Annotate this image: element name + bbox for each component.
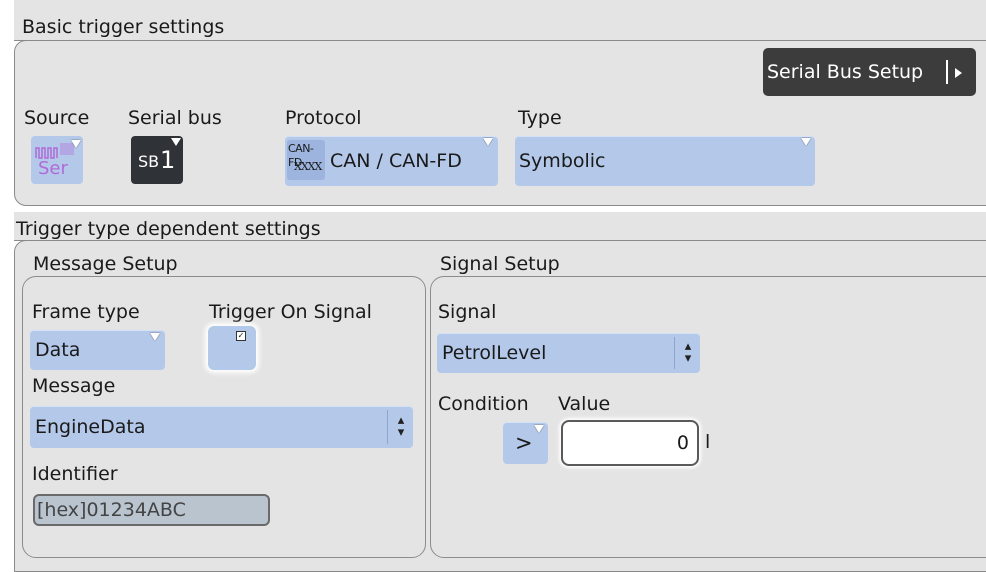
message-setup-title: Message Setup: [33, 253, 178, 275]
dependent-title-underline: [14, 240, 376, 241]
button-separator: [946, 60, 948, 84]
signal-selector[interactable]: PetrolLevel ▴ ▾: [437, 333, 700, 373]
type-label: Type: [518, 107, 562, 129]
source-icon-text: Ser: [38, 158, 68, 179]
protocol-value: CAN / CAN-FD: [330, 150, 462, 172]
condition-value: >: [515, 431, 533, 455]
source-label: Source: [24, 107, 90, 129]
value-input[interactable]: 0: [561, 420, 699, 466]
message-selector[interactable]: EngineData ▴ ▾: [30, 406, 413, 448]
message-label: Message: [32, 375, 116, 397]
trigger-on-signal-checkbox[interactable]: ✓: [208, 326, 256, 370]
basic-title-underline: [14, 40, 269, 41]
protocol-selector[interactable]: CAN-FD XXXX CAN / CAN-FD: [285, 136, 498, 186]
serial-bus-selector[interactable]: SB 1: [131, 136, 183, 184]
chevron-down-icon: [801, 138, 811, 146]
frame-type-label: Frame type: [32, 301, 140, 323]
signal-setup-group: [430, 276, 986, 558]
message-value: EngineData: [35, 416, 146, 438]
signal-setup-title: Signal Setup: [440, 253, 560, 275]
serial-bus-label: Serial bus: [128, 107, 222, 129]
chevron-down-icon: [534, 425, 544, 433]
signal-label: Signal: [438, 301, 497, 323]
protocol-label: Protocol: [285, 107, 362, 129]
spin-arrows-icon: ▴ ▾: [397, 413, 405, 440]
value-unit: l: [705, 431, 711, 453]
can-fd-icon-bottom: XXXX: [294, 160, 322, 173]
type-selector[interactable]: Symbolic: [515, 136, 815, 186]
dependent-settings-title: Trigger type dependent settings: [16, 218, 321, 240]
identifier-label: Identifier: [32, 463, 118, 485]
type-value: Symbolic: [519, 150, 606, 172]
trigger-on-signal-label: Trigger On Signal: [209, 301, 372, 323]
chevron-down-icon: [71, 140, 81, 148]
frame-type-selector[interactable]: Data: [30, 330, 165, 370]
serial-bus-setup-button[interactable]: Serial Bus Setup: [763, 48, 976, 96]
identifier-value: [hex]01234ABC: [37, 499, 186, 521]
condition-label: Condition: [438, 393, 529, 415]
play-arrow-icon: [955, 68, 962, 78]
chevron-down-icon: [483, 138, 493, 146]
identifier-field[interactable]: [hex]01234ABC: [33, 494, 270, 526]
chevron-down-icon: [171, 138, 181, 146]
can-fd-icon: CAN-FD XXXX: [287, 140, 325, 180]
basic-trigger-title: Basic trigger settings: [22, 16, 225, 38]
spin-separator: [387, 410, 388, 444]
serial-bus-number: 1: [160, 146, 176, 174]
serial-bus-setup-label: Serial Bus Setup: [767, 61, 924, 83]
checkbox-checked-icon: ✓: [236, 331, 246, 341]
spin-arrows-icon: ▴ ▾: [684, 339, 692, 366]
condition-selector[interactable]: >: [503, 422, 548, 464]
frame-type-value: Data: [35, 339, 81, 361]
value-input-text: 0: [676, 432, 689, 454]
signal-value: PetrolLevel: [442, 342, 547, 364]
value-label: Value: [558, 393, 611, 415]
serial-bus-prefix: SB: [138, 152, 160, 171]
source-selector[interactable]: Ser: [31, 136, 83, 184]
spin-separator: [674, 337, 675, 369]
chevron-down-icon: [150, 333, 160, 341]
